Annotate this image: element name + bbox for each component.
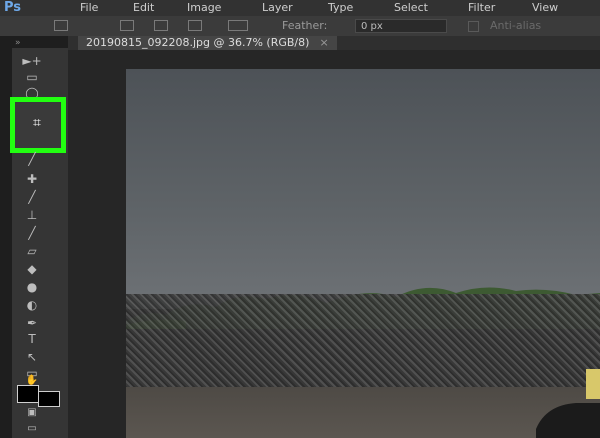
intersect-selection-icon[interactable] <box>228 20 248 31</box>
document-tab-bar: 20190815_092208.jpg @ 36.7% (RGB/8) × <box>68 36 600 50</box>
feather-input[interactable]: 0 px <box>355 19 447 33</box>
screen-mode-icon[interactable]: ▭ <box>16 420 48 438</box>
menu-bar: Ps File Edit Image Layer Type Select Fil… <box>0 0 600 16</box>
menu-edit[interactable]: Edit <box>133 0 154 16</box>
eraser-tool-icon[interactable]: ▱ <box>16 242 48 260</box>
document-tab-title: 20190815_092208.jpg @ 36.7% (RGB/8) <box>86 36 310 49</box>
menu-select[interactable]: Select <box>394 0 428 16</box>
eyedropper-tool-icon[interactable]: ╱ <box>16 150 48 168</box>
brush-tool-icon[interactable]: ╱ <box>16 188 48 206</box>
blur-tool-icon[interactable]: ● <box>16 278 48 296</box>
history-brush-icon[interactable]: ╱ <box>16 224 48 242</box>
subtract-selection-icon[interactable] <box>188 20 202 31</box>
feather-label: Feather: <box>282 19 328 32</box>
foreground-color-swatch[interactable] <box>17 385 39 403</box>
type-tool-icon[interactable]: T <box>16 330 48 348</box>
menu-type[interactable]: Type <box>328 0 353 16</box>
stamp-tool-icon[interactable]: ⊥ <box>16 206 48 224</box>
menu-image[interactable]: Image <box>187 0 221 16</box>
antialias-checkbox[interactable] <box>468 21 479 32</box>
paint-bucket-icon[interactable]: ◆ <box>16 260 48 278</box>
vehicle-shape <box>536 369 600 438</box>
menu-view[interactable]: View <box>532 0 558 16</box>
dodge-tool-icon[interactable]: ◐ <box>16 296 48 314</box>
document-image[interactable] <box>126 69 600 438</box>
panel-collapse-icon[interactable]: » <box>15 38 21 48</box>
healing-tool-icon[interactable]: ✚ <box>16 170 48 188</box>
new-selection-icon[interactable] <box>120 20 134 31</box>
menu-file[interactable]: File <box>80 0 98 16</box>
crop-tool-icon[interactable]: ⌗ <box>28 114 46 132</box>
options-bar: Feather: 0 px Anti-alias <box>0 16 600 36</box>
menu-layer[interactable]: Layer <box>262 0 293 16</box>
close-icon[interactable]: × <box>319 36 328 49</box>
photoshop-logo: Ps <box>4 0 22 15</box>
add-selection-icon[interactable] <box>154 20 168 31</box>
marquee-preset-icon[interactable] <box>54 20 68 31</box>
menu-filter[interactable]: Filter <box>468 0 495 16</box>
antialias-label: Anti-alias <box>490 19 542 32</box>
document-tab[interactable]: 20190815_092208.jpg @ 36.7% (RGB/8) × <box>78 36 337 50</box>
